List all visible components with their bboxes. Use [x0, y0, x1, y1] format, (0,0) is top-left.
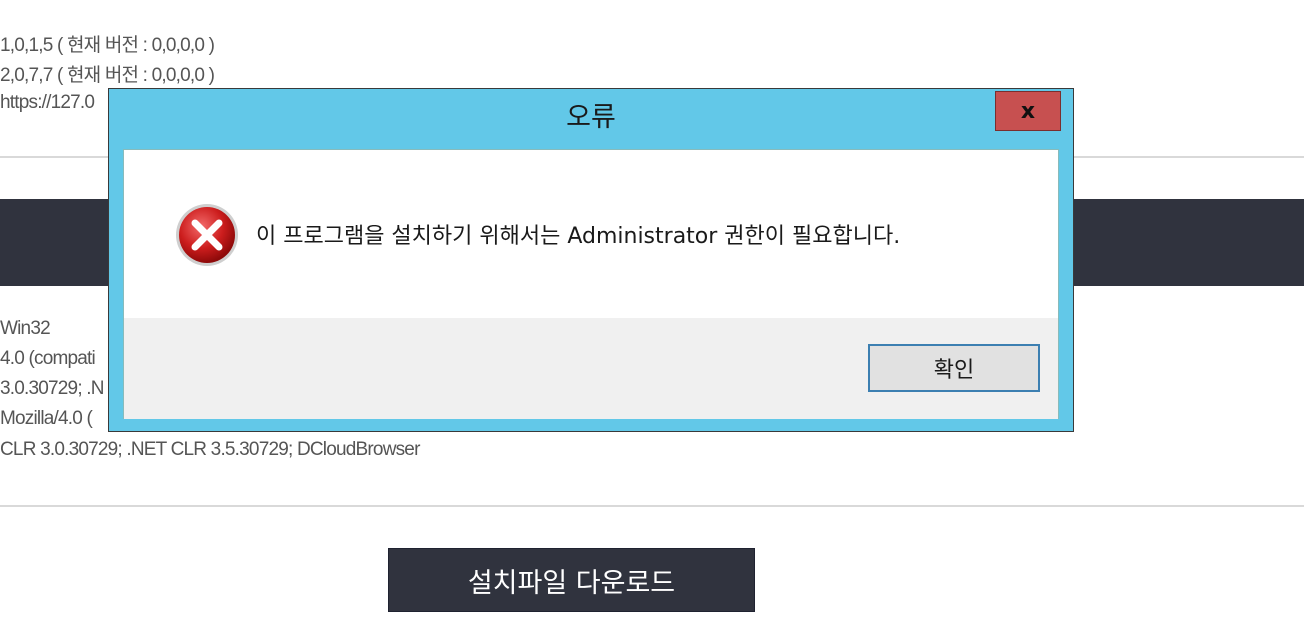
error-dialog: 오류 x 이 프로그램을 설치하기 위해서는 Administrator 권한이…	[108, 88, 1074, 432]
download-installer-button[interactable]: 설치파일 다운로드	[388, 548, 755, 612]
message-area: 이 프로그램을 설치하기 위해서는 Administrator 권한이 필요합니…	[124, 150, 1058, 318]
close-icon: x	[1020, 98, 1036, 124]
url-line: https://127.0	[0, 92, 95, 113]
dialog-body: 이 프로그램을 설치하기 위해서는 Administrator 권한이 필요합니…	[123, 149, 1059, 419]
ok-button[interactable]: 확인	[868, 344, 1040, 392]
version-line-2: 2,0,7,7 ( 현재 버전 : 0,0,0,0 )	[0, 65, 215, 86]
dialog-footer: 확인	[124, 318, 1058, 419]
divider	[0, 505, 1304, 507]
info-line-useragent-3: Mozilla/4.0 (	[0, 408, 93, 429]
info-line-useragent-4: CLR 3.0.30729; .NET CLR 3.5.30729; DClou…	[0, 439, 420, 460]
info-line-useragent-2: 3.0.30729; .N	[0, 378, 104, 399]
close-button[interactable]: x	[995, 91, 1061, 131]
dialog-title: 오류	[566, 102, 616, 133]
version-line-1: 1,0,1,5 ( 현재 버전 : 0,0,0,0 )	[0, 35, 215, 56]
info-line-useragent-1: 4.0 (compati	[0, 348, 96, 369]
info-line-platform: Win32	[0, 318, 51, 339]
error-icon	[174, 202, 240, 268]
web-page: 1,0,1,5 ( 현재 버전 : 0,0,0,0 ) 2,0,7,7 ( 현재…	[0, 0, 1304, 634]
error-message: 이 프로그램을 설치하기 위해서는 Administrator 권한이 필요합니…	[256, 224, 901, 249]
